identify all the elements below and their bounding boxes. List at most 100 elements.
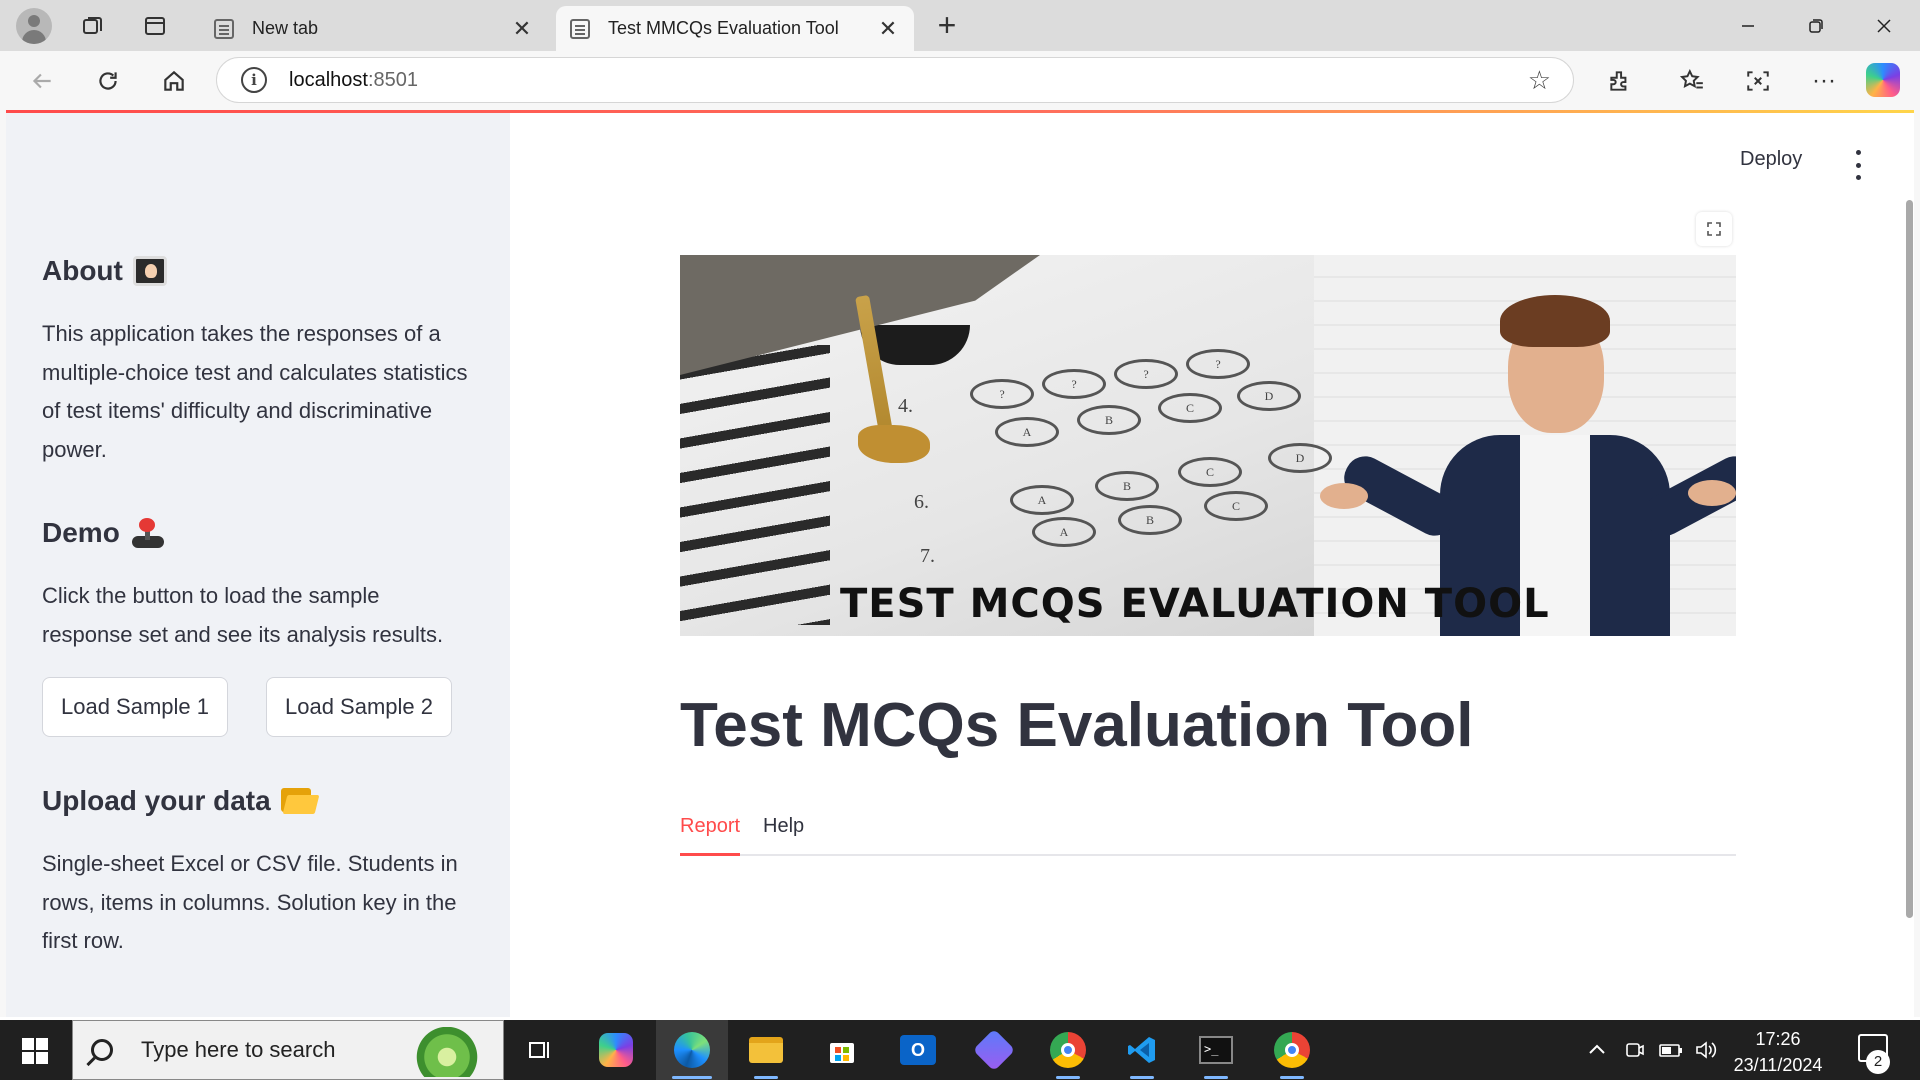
tab-new-tab[interactable]: New tab ✕ bbox=[200, 6, 548, 51]
load-sample-1-button[interactable]: Load Sample 1 bbox=[42, 677, 228, 737]
chrome-1-running-indicator bbox=[1056, 1076, 1080, 1079]
extensions-puzzle-icon[interactable] bbox=[1602, 63, 1638, 99]
copilot-taskbar-icon[interactable] bbox=[596, 1030, 636, 1070]
chrome-2-running-indicator bbox=[1280, 1076, 1304, 1079]
answer-bubble: ? bbox=[1186, 349, 1250, 379]
answer-bubble: A bbox=[1032, 517, 1096, 547]
url-host: localhost bbox=[289, 68, 368, 91]
answer-bubble: A bbox=[995, 417, 1059, 447]
demo-heading: Demo bbox=[42, 517, 166, 549]
chrome-profile-2-icon[interactable] bbox=[1272, 1030, 1312, 1070]
close-tab-icon[interactable]: ✕ bbox=[876, 16, 900, 42]
banner-tassel-end bbox=[858, 425, 930, 463]
page-title: Test MCQs Evaluation Tool bbox=[680, 691, 1474, 760]
upload-heading: Upload your data bbox=[42, 785, 320, 817]
answer-bubble: A bbox=[1010, 485, 1074, 515]
page-document-icon bbox=[570, 18, 590, 39]
taskbar-search-placeholder: Type here to search bbox=[141, 1037, 336, 1062]
close-window-icon[interactable] bbox=[1854, 6, 1914, 46]
address-bar[interactable]: i localhost:8501 ☆ bbox=[216, 57, 1574, 103]
new-tab-page-icon bbox=[214, 18, 234, 39]
copilot-icon[interactable] bbox=[1866, 63, 1900, 97]
browser-tab-strip: New tab ✕ Test MMCQs Evaluation Tool ✕ + bbox=[0, 0, 1920, 51]
about-text: This application takes the responses of … bbox=[42, 321, 468, 462]
answer-bubble: ? bbox=[1114, 359, 1178, 389]
tab-help[interactable]: Help bbox=[763, 808, 804, 856]
file-explorer-icon[interactable] bbox=[746, 1030, 786, 1070]
taskbar-search-box[interactable]: Type here to search bbox=[72, 1020, 504, 1080]
favorite-star-icon[interactable]: ☆ bbox=[1528, 65, 1551, 96]
main-menu-kebab-icon[interactable] bbox=[1848, 150, 1868, 180]
app-sidebar: About This application takes the respons… bbox=[6, 113, 510, 1017]
load-sample-2-button[interactable]: Load Sample 2 bbox=[266, 677, 452, 737]
terminal-running-indicator bbox=[1204, 1076, 1228, 1079]
workspaces-icon[interactable] bbox=[76, 9, 110, 43]
new-tab-plus-icon[interactable]: + bbox=[930, 9, 964, 44]
about-heading-text: About bbox=[42, 255, 123, 286]
close-tab-icon[interactable]: ✕ bbox=[510, 16, 534, 42]
tab-report[interactable]: Report bbox=[680, 808, 740, 856]
technologist-monitor-icon bbox=[132, 256, 167, 286]
site-info-icon[interactable]: i bbox=[241, 67, 267, 93]
main-tabs: Report Help bbox=[680, 808, 1736, 856]
clock-time: 17:26 bbox=[1755, 1029, 1801, 1049]
power-automate-icon[interactable] bbox=[972, 1028, 1016, 1072]
question-number: 4. bbox=[898, 395, 913, 417]
taskbar-clock[interactable]: 17:26 23/11/2024 bbox=[1722, 1026, 1834, 1078]
refresh-icon[interactable] bbox=[90, 63, 126, 99]
chrome-profile-1-icon[interactable] bbox=[1048, 1030, 1088, 1070]
banner-person-hand-left bbox=[1320, 483, 1368, 509]
answer-bubble: ? bbox=[1042, 369, 1106, 399]
meet-now-icon[interactable] bbox=[1624, 1020, 1646, 1080]
profile-avatar-icon[interactable] bbox=[16, 8, 52, 44]
home-icon[interactable] bbox=[156, 63, 192, 99]
windows-start-icon[interactable] bbox=[22, 1038, 48, 1064]
upload-text: Single-sheet Excel or CSV file. Students… bbox=[42, 851, 458, 953]
notification-count-badge: 2 bbox=[1866, 1050, 1890, 1074]
banner-caption: TEST MCQS EVALUATION TOOL bbox=[840, 581, 1550, 627]
question-number: 7. bbox=[920, 545, 935, 567]
answer-bubble: C bbox=[1178, 457, 1242, 487]
browser-toolbar: i localhost:8501 ☆ ··· bbox=[0, 51, 1920, 110]
deploy-button[interactable]: Deploy bbox=[1740, 148, 1802, 171]
about-heading: About bbox=[42, 255, 167, 287]
demo-text: Click the button to load the sample resp… bbox=[42, 583, 444, 647]
explorer-running-indicator bbox=[754, 1076, 778, 1079]
volume-icon[interactable] bbox=[1694, 1020, 1718, 1080]
microsoft-store-icon[interactable] bbox=[822, 1030, 862, 1070]
edge-active-indicator bbox=[672, 1076, 712, 1079]
answer-bubble: ? bbox=[970, 379, 1034, 409]
fullscreen-icon[interactable] bbox=[1696, 212, 1732, 246]
answer-bubble: D bbox=[1237, 381, 1301, 411]
screenshot-icon[interactable] bbox=[1740, 63, 1776, 99]
tab-test-mmcqs[interactable]: Test MMCQs Evaluation Tool ✕ bbox=[556, 6, 914, 51]
outlook-icon[interactable]: O bbox=[898, 1030, 938, 1070]
answer-bubble: B bbox=[1077, 405, 1141, 435]
vscode-running-indicator bbox=[1130, 1076, 1154, 1079]
battery-icon[interactable] bbox=[1658, 1020, 1684, 1080]
task-view-icon[interactable] bbox=[520, 1030, 560, 1070]
back-arrow-icon[interactable] bbox=[24, 63, 60, 99]
question-number: 6. bbox=[914, 491, 929, 513]
minimize-icon[interactable] bbox=[1718, 6, 1778, 46]
upload-heading-text: Upload your data bbox=[42, 785, 271, 816]
terminal-icon[interactable]: >_ bbox=[1196, 1030, 1236, 1070]
vertical-tabs-icon[interactable] bbox=[138, 9, 172, 43]
restore-icon[interactable] bbox=[1786, 6, 1846, 46]
answer-bubble: C bbox=[1158, 393, 1222, 423]
vscode-icon[interactable] bbox=[1122, 1030, 1162, 1070]
banner-question-lines bbox=[680, 345, 830, 625]
answer-bubble: B bbox=[1118, 505, 1182, 535]
demo-heading-text: Demo bbox=[42, 517, 120, 548]
banner-image: A B C D A B C D A B C ? ? ? ? 6. 7. 4. T… bbox=[680, 255, 1736, 636]
more-options-icon[interactable]: ··· bbox=[1806, 63, 1842, 99]
edge-browser-icon[interactable] bbox=[672, 1030, 712, 1070]
show-hidden-icons-chevron-icon[interactable] bbox=[1586, 1020, 1608, 1080]
tab-title: New tab bbox=[252, 18, 319, 38]
open-folder-icon bbox=[280, 788, 320, 814]
answer-bubble: D bbox=[1268, 443, 1332, 473]
url-port: :8501 bbox=[367, 68, 418, 91]
main-scrollbar[interactable] bbox=[1906, 200, 1913, 918]
favorites-icon[interactable] bbox=[1674, 63, 1710, 99]
tab-title: Test MMCQs Evaluation Tool bbox=[608, 18, 839, 38]
